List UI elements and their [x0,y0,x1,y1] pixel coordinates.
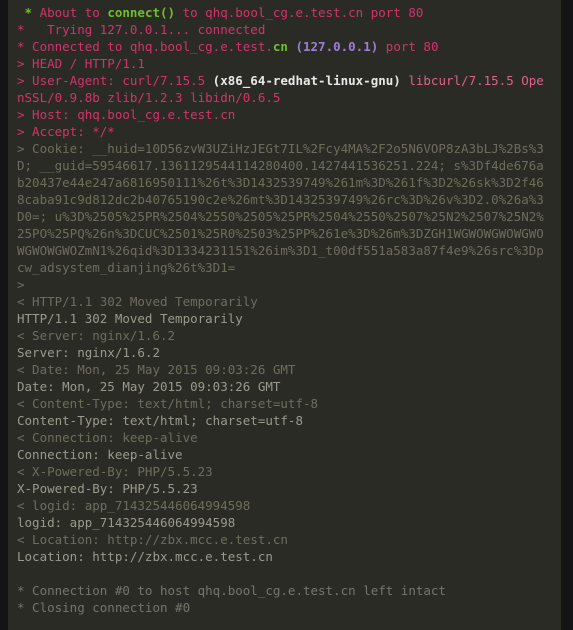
terminal-line-req-user-agent-2: nSSL/0.9.8b zlib/1.2.3 libidn/0.6.5 [8,89,561,106]
terminal-text: < Connection: keep-alive [17,430,198,445]
terminal-line-resp-status-marked: < HTTP/1.1 302 Moved Temporarily [8,293,561,310]
terminal-line-req-cookie-4: 8caba91c9d812dc2b40765190c2e%26mt%3D1432… [8,191,561,208]
terminal-line-trying: * Trying 127.0.0.1... connected [8,21,561,38]
terminal-window[interactable]: * About to connect() to qhq.bool_cg.e.te… [8,0,561,630]
terminal-text: Server: nginx/1.6.2 [17,345,160,360]
terminal-line-req-host: > Host: qhq.bool_cg.e.test.cn [8,106,561,123]
terminal-text: 8caba91c9d812dc2b40765190c2e%26mt%3D1432… [17,192,544,207]
terminal-text: X-Powered-By: PHP/5.5.23 [17,481,198,496]
terminal-text: < Content-Type: text/html; charset=utf-8 [17,396,319,411]
terminal-line-resp-ctype-marked: < Content-Type: text/html; charset=utf-8 [8,395,561,412]
terminal-text: > Cookie: __huid=10D56zvW3UZiHzJEGt7IL%2… [17,141,544,156]
terminal-line-req-accept: > Accept: */* [8,123,561,140]
terminal-line-req-cookie-1: > Cookie: __huid=10D56zvW3UZiHzJEGt7IL%2… [8,140,561,157]
terminal-line-resp-server-marked: < Server: nginx/1.6.2 [8,327,561,344]
terminal-text: * Closing connection #0 [17,600,191,615]
terminal-line-req-user-agent-1: > User-Agent: curl/7.15.5 (x86_64-redhat… [8,72,561,89]
terminal-line-req-cookie-3: b20437e44e247a6816950111%26t%3D143253974… [8,174,561,191]
terminal-line-req-cookie-6: 25PO%25PQ%26n%3DCUC%2501%25R0%2503%25PP%… [8,225,561,242]
terminal-line-req-end: > [8,276,561,293]
terminal-text: > HEAD / HTTP/1.1 [17,56,145,71]
terminal-text: * Connection #0 to host qhq.bool_cg.e.te… [17,583,446,598]
terminal-line-resp-ctype-echo: Content-Type: text/html; charset=utf-8 [8,412,561,429]
terminal-text: libcurl/7.15.5 Ope [408,73,544,88]
terminal-text: cw_adsystem_dianjing%26t%3D1= [17,260,236,275]
terminal-line-resp-date-echo: Date: Mon, 25 May 2015 09:03:26 GMT [8,378,561,395]
terminal-line-resp-location-marked: < Location: http://zbx.mcc.e.test.cn [8,531,561,548]
terminal-line-resp-logid-echo: logid: app_714325446064994598 [8,514,561,531]
terminal-text: > [17,277,25,292]
terminal-text: * [24,5,33,20]
terminal-line-resp-conn-echo: Connection: keep-alive [8,446,561,463]
terminal-line-resp-xpb-echo: X-Powered-By: PHP/5.5.23 [8,480,561,497]
terminal-line-about-to-connect: * About to connect() to qhq.bool_cg.e.te… [8,4,561,21]
terminal-line-resp-date-marked: < Date: Mon, 25 May 2015 09:03:26 GMT [8,361,561,378]
terminal-text: Location: http://zbx.mcc.e.test.cn [17,549,273,564]
terminal-text: logid: app_714325446064994598 [17,515,236,530]
terminal-line-resp-xpb-marked: < X-Powered-By: PHP/5.5.23 [8,463,561,480]
terminal-text: Date: Mon, 25 May 2015 09:03:26 GMT [17,379,281,394]
terminal-line-req-cookie-2: D; __guid=59546617.1361129544114280400.1… [8,157,561,174]
terminal-line-resp-server-echo: Server: nginx/1.6.2 [8,344,561,361]
terminal-line-req-cookie-8: cw_adsystem_dianjing%26t%3D1= [8,259,561,276]
terminal-text: > User-Agent: curl/7.15.5 [17,73,213,88]
terminal-text: (x86_64-redhat-linux-gnu) [212,73,401,88]
terminal-text: (127.0.0.1) [295,39,379,54]
terminal-text: < Server: nginx/1.6.2 [17,328,176,343]
terminal-text: Connection: keep-alive [17,447,183,462]
terminal-text: WGWOWGWOZmN1%26qid%3D1334231151%26im%3D1… [17,243,544,258]
terminal-text: nSSL/0.9.8b zlib/1.2.3 libidn/0.6.5 [17,90,281,105]
terminal-text: D; __guid=59546617.1361129544114280400.1… [17,158,544,173]
terminal-text: 25PO%25PQ%26n%3DCUC%2501%25R0%2503%25PP%… [17,226,544,241]
terminal-text: * Connected to qhq.bool_cg.e.test. [17,39,273,54]
terminal-line-resp-status-echo: HTTP/1.1 302 Moved Temporarily [8,310,561,327]
terminal-line-req-head: > HEAD / HTTP/1.1 [8,55,561,72]
terminal-line-resp-location-echo: Location: http://zbx.mcc.e.test.cn [8,548,561,565]
terminal-text: connect() [107,5,176,20]
terminal-line-spacer-1 [8,565,561,582]
terminal-text: cn [272,39,288,54]
terminal-text: > Accept: */* [17,124,115,139]
terminal-output: * About to connect() to qhq.bool_cg.e.te… [8,4,561,616]
terminal-line-note-left-intact: * Connection #0 to host qhq.bool_cg.e.te… [8,582,561,599]
terminal-text: HTTP/1.1 302 Moved Temporarily [17,311,243,326]
terminal-line-resp-conn-marked: < Connection: keep-alive [8,429,561,446]
terminal-text: > Host: qhq.bool_cg.e.test.cn [17,107,236,122]
terminal-line-note-closing: * Closing connection #0 [8,599,561,616]
terminal-text: to qhq.bool_cg.e.test.cn port 80 [175,5,424,20]
terminal-text: * Trying 127.0.0.1... connected [17,22,266,37]
terminal-text: < logid: app_714325446064994598 [17,498,251,513]
terminal-text: About to [32,5,108,20]
terminal-line-req-cookie-7: WGWOWGWOZmN1%26qid%3D1334231151%26im%3D1… [8,242,561,259]
terminal-text: < X-Powered-By: PHP/5.5.23 [17,464,213,479]
terminal-line-connected: * Connected to qhq.bool_cg.e.test.cn (12… [8,38,561,55]
terminal-text: Content-Type: text/html; charset=utf-8 [17,413,303,428]
terminal-text: D0=; u%3D%2505%25PR%2504%2550%2505%25PR%… [17,209,544,224]
terminal-text: port 80 [378,39,439,54]
terminal-text: < Location: http://zbx.mcc.e.test.cn [17,532,288,547]
terminal-line-req-cookie-5: D0=; u%3D%2505%25PR%2504%2550%2505%25PR%… [8,208,561,225]
terminal-text: < Date: Mon, 25 May 2015 09:03:26 GMT [17,362,296,377]
terminal-text: b20437e44e247a6816950111%26t%3D143253974… [17,175,544,190]
terminal-line-resp-logid-marked: < logid: app_714325446064994598 [8,497,561,514]
terminal-text: < HTTP/1.1 302 Moved Temporarily [17,294,258,309]
